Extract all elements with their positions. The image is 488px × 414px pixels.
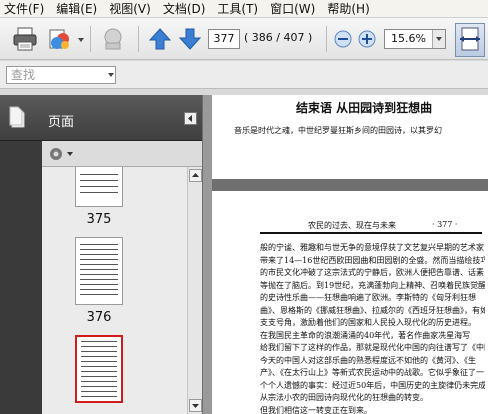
gear-icon bbox=[50, 148, 73, 160]
arrow-down-icon bbox=[178, 28, 202, 50]
chevron-up-icon bbox=[192, 173, 199, 177]
page-number: · 377 · bbox=[432, 220, 458, 229]
page-number-input[interactable]: 377 bbox=[208, 29, 240, 49]
chapter-title: 结束语 从田园诗到狂想曲 bbox=[296, 101, 433, 115]
chevron-down-icon bbox=[436, 37, 442, 41]
body-line: 的市民文化冲破了这宗法式的宁静后，欧洲人便把告靠谱、话素 bbox=[260, 268, 484, 277]
zoom-in-icon bbox=[358, 30, 376, 48]
nav-strip bbox=[0, 141, 42, 414]
printer-icon bbox=[13, 27, 37, 51]
scroll-down-button[interactable] bbox=[189, 399, 202, 412]
thumbnails-scrollbar[interactable] bbox=[187, 167, 202, 414]
pages-panel: 页面 375 376 bbox=[0, 95, 202, 414]
thumbnail-377-selected[interactable] bbox=[75, 335, 123, 403]
menu-bar: 文件(F) 编辑(E) 视图(V) 文档(D) 工具(T) 窗口(W) 帮助(H… bbox=[0, 0, 488, 18]
find-toolbar: 查找 bbox=[0, 61, 488, 89]
triangle-left-icon bbox=[188, 115, 192, 122]
fit-width-button[interactable] bbox=[455, 23, 485, 57]
chapter-epigraph: 音乐是时代之魂，中世纪罗曼狂斯乡间的田园诗，以其罗幻 bbox=[234, 126, 442, 135]
zoom-in-button[interactable] bbox=[356, 24, 378, 54]
document-page-376: 结束语 从田园诗到狂想曲 音乐是时代之魂，中世纪罗曼狂斯乡间的田园诗，以其罗幻 bbox=[212, 95, 488, 179]
pages-tab-button[interactable] bbox=[8, 105, 28, 131]
toolbar-divider bbox=[90, 26, 91, 52]
collaborate-button[interactable] bbox=[44, 24, 74, 54]
toolbar-divider bbox=[138, 26, 139, 52]
body-line: 给我们留下了这样的作品，那就是现代化中国的向往谱写了《中国狂想曲》。然而 bbox=[260, 343, 485, 352]
select-tool-button[interactable] bbox=[98, 24, 128, 54]
body-line: 今天的中国人对这部乐曲的熟悉程度远不如他的《黄河》、《生 bbox=[260, 355, 476, 365]
menu-tools[interactable]: 工具(T) bbox=[217, 0, 258, 17]
body-line: 在我国民主革命的浪潮涌涌的40年代，著名作曲家冼星海写 bbox=[260, 330, 471, 340]
find-input[interactable]: 查找 bbox=[6, 66, 116, 84]
body-text: 般的宁谧、雅趣和与世无争的意境俘获了文艺复兴早期的艺术家， 带来了14—16世纪… bbox=[260, 242, 485, 414]
body-line: 产》、《在太行山上》等新式农民运动中的战歌。它似乎象征了一 bbox=[260, 368, 484, 377]
panel-splitter[interactable] bbox=[202, 95, 212, 414]
body-line: 但我们相信这一转变正在到来。 bbox=[260, 405, 372, 414]
page-count-label: ( 386 / 407 ) bbox=[244, 31, 313, 44]
document-page-377: 农民的过去、现在与未来 · 377 · 般的宁谧、雅趣和与世无争的意境俘获了文艺… bbox=[212, 191, 488, 414]
body-line: 的史诗性乐曲——狂想曲响遍了欧洲。李斯特的《匈牙利狂想 bbox=[260, 293, 476, 302]
thumbnail-374[interactable] bbox=[75, 167, 123, 207]
chevron-down-icon bbox=[108, 73, 114, 77]
print-button[interactable] bbox=[10, 24, 40, 54]
document-view[interactable]: 结束语 从田园诗到狂想曲 音乐是时代之魂，中世纪罗曼狂斯乡间的田园诗，以其罗幻 … bbox=[212, 95, 488, 414]
body-line: 带来了14—16世纪西欧田园曲和田园剧的全盛。然而当描绘技巧 bbox=[260, 255, 485, 265]
thumbnail-376[interactable] bbox=[75, 237, 123, 305]
scroll-up-button[interactable] bbox=[189, 169, 202, 182]
menu-view[interactable]: 视图(V) bbox=[109, 0, 151, 17]
toolbar: 377 ( 386 / 407 ) 15.6% bbox=[0, 18, 488, 60]
toolbar-divider bbox=[326, 26, 327, 52]
arrow-up-icon bbox=[148, 28, 172, 50]
thumbnail-label: 376 bbox=[86, 310, 112, 325]
thumbnails-list: 375 376 bbox=[42, 167, 187, 414]
options-button[interactable] bbox=[48, 145, 76, 163]
previous-page-button[interactable] bbox=[145, 24, 175, 54]
menu-edit[interactable]: 编辑(E) bbox=[56, 0, 97, 17]
pages-icon bbox=[9, 106, 25, 128]
panel-header: 页面 bbox=[0, 95, 202, 141]
panel-title: 页面 bbox=[48, 115, 75, 130]
body-line: 支支号角，激励着他们的国家和人民投入现代化的历史进程。 bbox=[260, 318, 476, 327]
header-rule bbox=[260, 232, 482, 234]
body-line: 从宗法小农的田园诗向现代化的狂想曲的转变。 bbox=[260, 393, 428, 402]
collaborate-dropdown-icon[interactable] bbox=[78, 38, 84, 42]
find-dropdown-button[interactable] bbox=[106, 67, 116, 83]
body-line: 般的宁谧、雅趣和与世无争的意境俘获了文艺复兴早期的艺术家， bbox=[260, 243, 485, 252]
thumbnail-label: 375 bbox=[86, 212, 112, 227]
zoom-out-icon bbox=[334, 30, 352, 48]
collaborate-icon bbox=[49, 29, 69, 49]
chevron-down-icon bbox=[192, 404, 199, 408]
hand-stamp-icon bbox=[104, 28, 122, 50]
body-line: 等抛在了脑后。到19世纪，充满蓬勃向上精神、召唤着民族觉醒 bbox=[260, 280, 485, 290]
menu-help[interactable]: 帮助(H) bbox=[327, 0, 369, 17]
body-line: 曲》、恩格斯的《挪威狂想曲》、拉威尔的《西班牙狂想曲》，有如一 bbox=[260, 305, 485, 315]
collapse-panel-button[interactable] bbox=[184, 112, 197, 125]
zoom-dropdown-button[interactable] bbox=[432, 30, 445, 48]
body-line: 个个人遗憾的事实：经过近50年后，中国历史的主旋律仍未完成 bbox=[260, 380, 485, 390]
zoom-out-button[interactable] bbox=[332, 24, 354, 54]
panel-options-bar bbox=[42, 141, 202, 167]
menu-window[interactable]: 窗口(W) bbox=[270, 0, 315, 17]
menu-file[interactable]: 文件(F) bbox=[4, 0, 44, 17]
menu-document[interactable]: 文档(D) bbox=[163, 0, 206, 17]
fit-width-icon bbox=[460, 27, 480, 51]
running-header: 农民的过去、现在与未来 bbox=[308, 221, 396, 230]
next-page-button[interactable] bbox=[175, 24, 205, 54]
